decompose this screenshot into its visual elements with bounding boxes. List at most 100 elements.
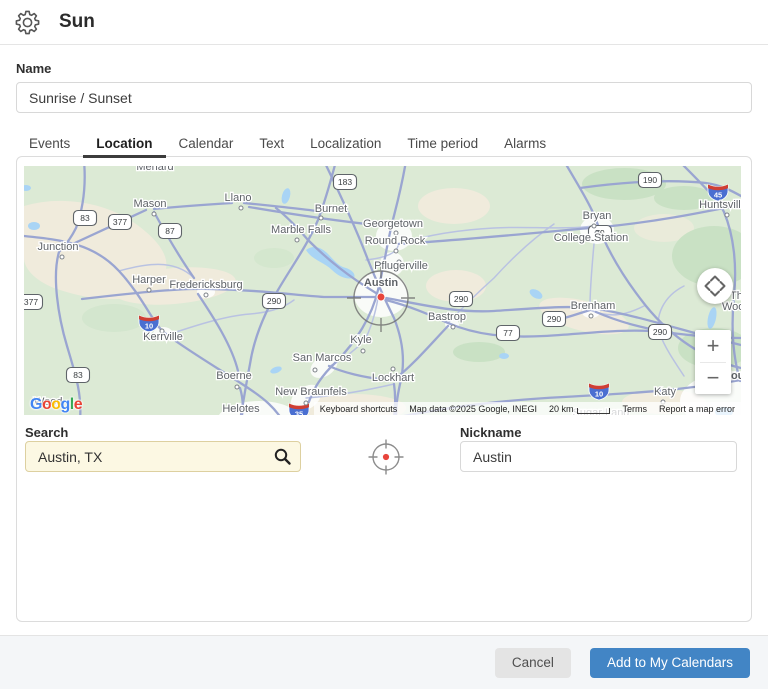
us-route-shield: 290 bbox=[450, 292, 473, 307]
scale-label: 20 km bbox=[549, 404, 574, 414]
svg-text:190: 190 bbox=[643, 175, 657, 185]
google-logo-letter: G bbox=[30, 396, 42, 413]
us-route-shield: 83 bbox=[67, 368, 90, 383]
us-route-shield: 377 bbox=[24, 295, 43, 310]
map-scale: 20 km bbox=[549, 404, 611, 414]
report-map-error-link[interactable]: Report a map error bbox=[659, 404, 735, 414]
svg-text:290: 290 bbox=[454, 294, 468, 304]
svg-text:290: 290 bbox=[267, 296, 281, 306]
city-label: Brenham bbox=[571, 300, 616, 312]
svg-text:10: 10 bbox=[595, 390, 603, 399]
google-logo-letter: g bbox=[61, 396, 70, 413]
search-icon[interactable] bbox=[273, 447, 292, 466]
city-label: Mason bbox=[133, 198, 166, 210]
city-dot bbox=[391, 367, 395, 371]
svg-text:87: 87 bbox=[165, 226, 175, 236]
nickname-input[interactable] bbox=[460, 441, 737, 472]
city-label: Georgetown bbox=[363, 218, 423, 230]
svg-text:35: 35 bbox=[295, 410, 303, 415]
map-data-text: Map data ©2025 Google, INEGI bbox=[409, 404, 537, 414]
us-route-shield: 290 bbox=[263, 294, 286, 309]
city-label: San Marcos bbox=[293, 352, 352, 364]
city-label: Pflugerville bbox=[374, 260, 428, 272]
us-route-shield: 290 bbox=[649, 325, 672, 340]
name-input[interactable] bbox=[16, 82, 752, 113]
us-route-shield: 87 bbox=[159, 224, 182, 239]
interstate-shield: 10 bbox=[589, 384, 609, 401]
map-attribution: Keyboard shortcuts Map data ©2025 Google… bbox=[314, 402, 741, 415]
footer-bar: Cancel Add to My Calendars bbox=[0, 635, 768, 689]
city-label: Fredericksburg bbox=[169, 279, 242, 291]
tab-bar: Events Location Calendar Text Localizati… bbox=[16, 129, 559, 157]
tab-location[interactable]: Location bbox=[83, 130, 165, 157]
city-label: New Braunfels bbox=[275, 386, 347, 398]
pan-control[interactable] bbox=[697, 268, 733, 304]
city-label: Katy bbox=[654, 386, 677, 398]
tab-time-period[interactable]: Time period bbox=[394, 130, 491, 157]
svg-text:290: 290 bbox=[653, 327, 667, 337]
city-label: Bryan bbox=[583, 210, 612, 222]
svg-text:10: 10 bbox=[145, 322, 153, 331]
map-zoom-control: + − bbox=[695, 330, 731, 394]
city-dot bbox=[295, 238, 299, 242]
tab-localization[interactable]: Localization bbox=[297, 130, 394, 157]
keyboard-shortcuts-link[interactable]: Keyboard shortcuts bbox=[320, 404, 398, 414]
us-route-shield: 183 bbox=[334, 175, 357, 190]
city-dot bbox=[152, 212, 156, 216]
city-label: Round Rock bbox=[365, 235, 426, 247]
tab-events[interactable]: Events bbox=[16, 130, 83, 157]
svg-text:83: 83 bbox=[73, 370, 83, 380]
city-dot bbox=[319, 216, 323, 220]
google-logo[interactable]: Google bbox=[30, 396, 82, 414]
city-label: Kerrville bbox=[143, 331, 183, 343]
page-title: Sun bbox=[59, 11, 95, 33]
city-label: Bastrop bbox=[428, 311, 466, 323]
city-dot bbox=[239, 206, 243, 210]
city-label: College Station bbox=[554, 232, 629, 244]
svg-text:377: 377 bbox=[24, 297, 38, 307]
city-dot bbox=[147, 288, 151, 292]
city-dot bbox=[235, 385, 239, 389]
svg-text:377: 377 bbox=[113, 217, 127, 227]
zoom-out-button[interactable]: − bbox=[695, 363, 731, 395]
svg-text:290: 290 bbox=[547, 314, 561, 324]
city-label: Lockhart bbox=[372, 372, 414, 384]
city-label: Boerne bbox=[216, 370, 251, 382]
cancel-button[interactable]: Cancel bbox=[495, 648, 571, 678]
city-dot bbox=[451, 325, 455, 329]
tab-alarms[interactable]: Alarms bbox=[491, 130, 559, 157]
city-dot bbox=[725, 213, 729, 217]
city-label: Marble Falls bbox=[271, 224, 331, 236]
city-label: Llano bbox=[225, 192, 252, 204]
crosshair-icon[interactable] bbox=[368, 439, 404, 475]
add-to-my-calendars-button[interactable]: Add to My Calendars bbox=[590, 648, 750, 678]
google-map[interactable]: 1831904583377877929029029029077377831010… bbox=[24, 166, 741, 415]
nickname-label: Nickname bbox=[460, 425, 521, 440]
terms-link[interactable]: Terms bbox=[622, 404, 647, 414]
search-field-wrap bbox=[25, 441, 301, 472]
google-logo-letter: o bbox=[51, 396, 60, 413]
us-route-shield: 83 bbox=[74, 211, 97, 226]
city-label: Harper bbox=[132, 274, 166, 286]
city-label: Helotes bbox=[222, 403, 260, 415]
google-logo-letter: e bbox=[74, 396, 82, 413]
city-dot bbox=[304, 401, 308, 405]
us-route-shield: 77 bbox=[497, 326, 520, 341]
zoom-in-button[interactable]: + bbox=[695, 330, 731, 362]
city-dot bbox=[589, 314, 593, 318]
search-input[interactable] bbox=[25, 441, 301, 472]
gear-icon[interactable] bbox=[14, 9, 41, 36]
svg-text:83: 83 bbox=[80, 213, 90, 223]
map-marker bbox=[377, 293, 385, 301]
name-label: Name bbox=[16, 61, 51, 76]
city-dot bbox=[60, 255, 64, 259]
svg-text:183: 183 bbox=[338, 177, 352, 187]
city-label: Austin bbox=[364, 277, 399, 289]
city-dot bbox=[313, 368, 317, 372]
tab-text[interactable]: Text bbox=[246, 130, 297, 157]
city-label: Junction bbox=[38, 241, 79, 253]
svg-text:77: 77 bbox=[503, 328, 513, 338]
tab-calendar[interactable]: Calendar bbox=[166, 130, 247, 157]
city-dot bbox=[204, 293, 208, 297]
city-label: Burnet bbox=[315, 203, 347, 215]
